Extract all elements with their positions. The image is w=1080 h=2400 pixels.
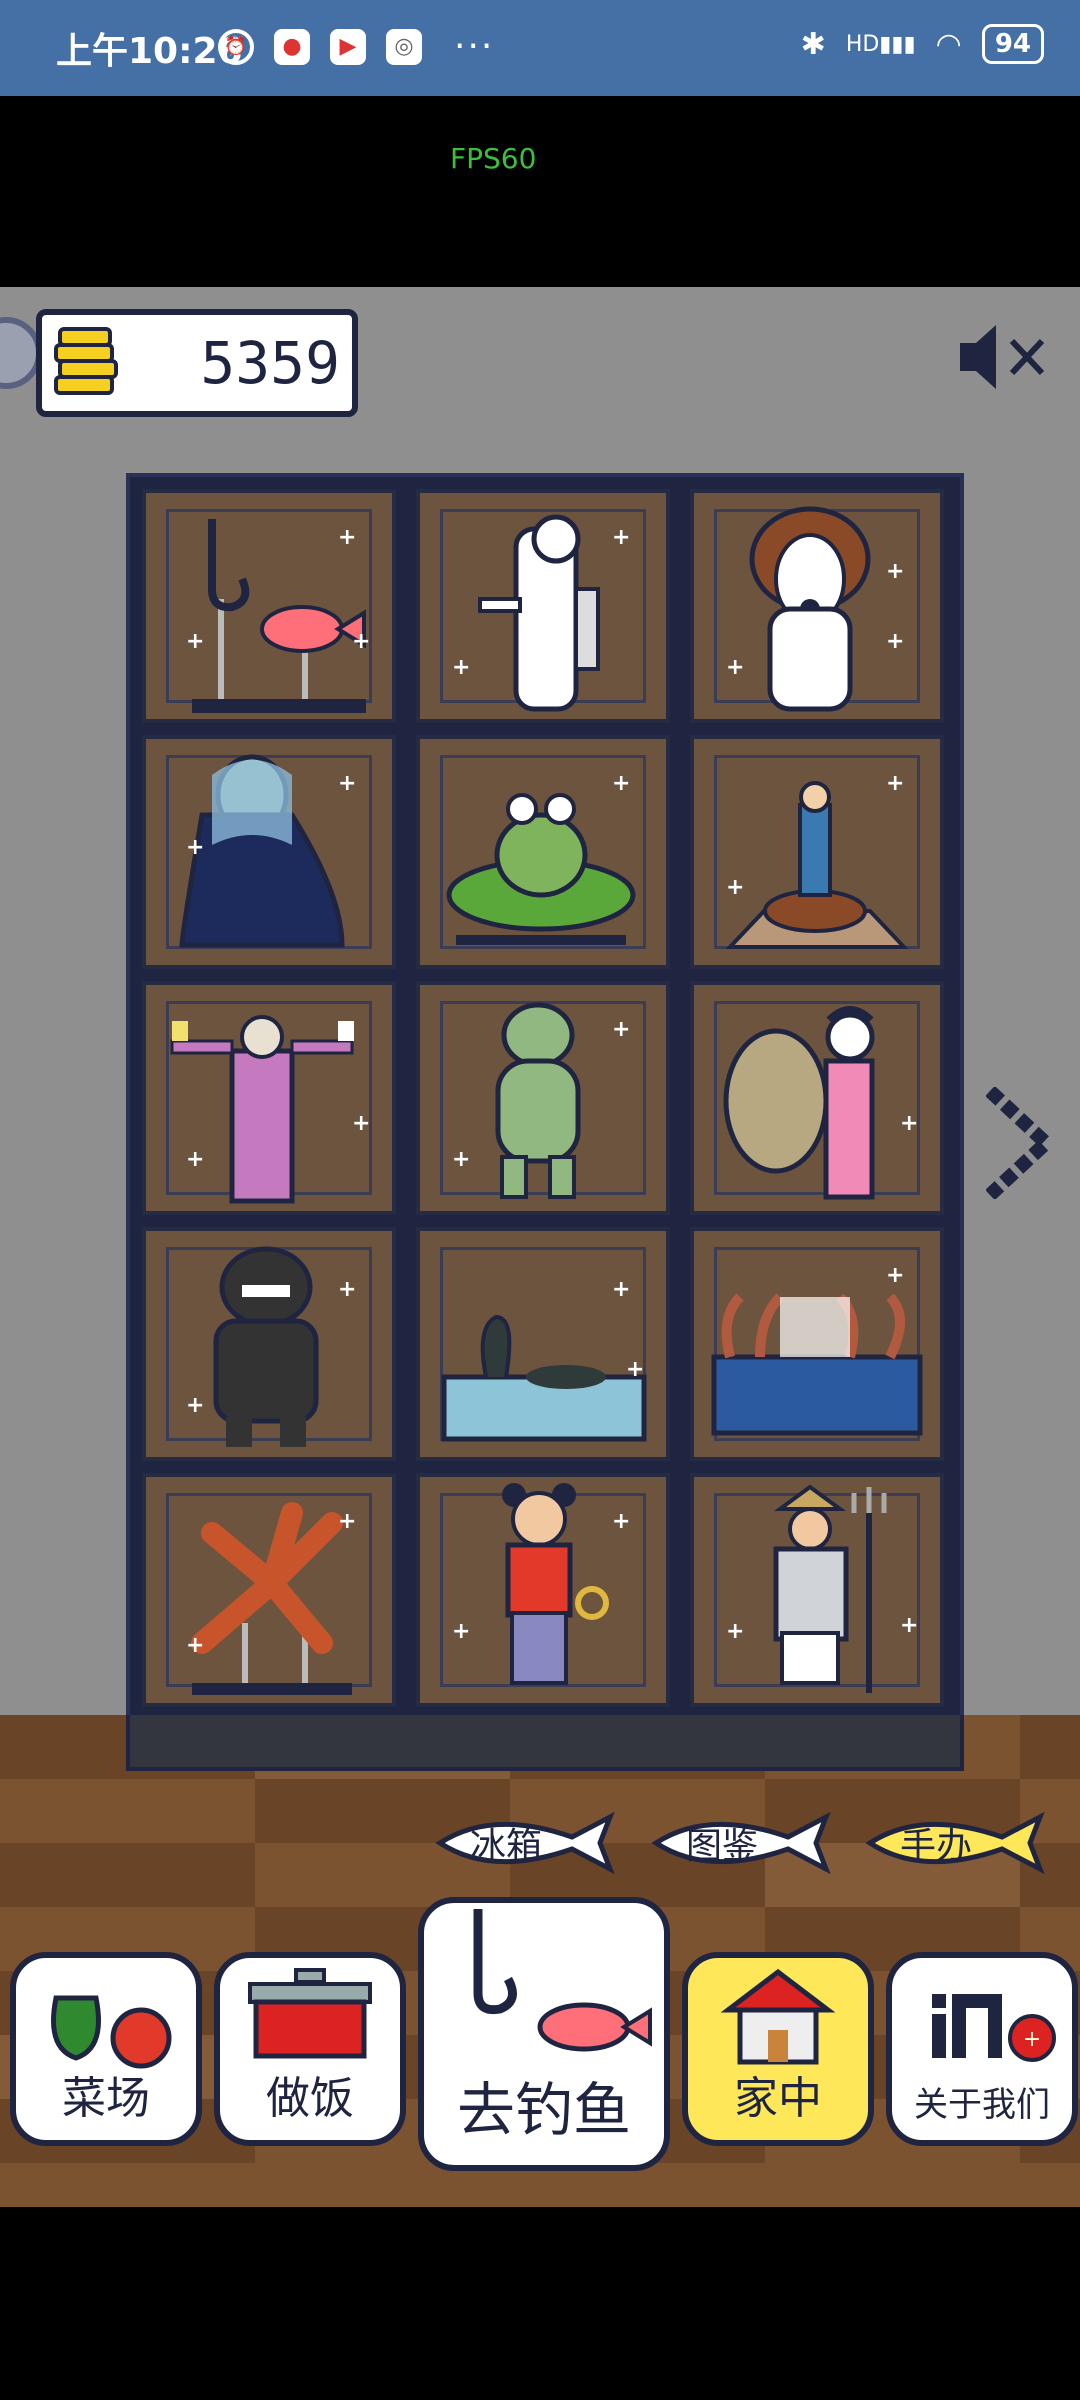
cabinet-slot-3[interactable]: + + + (690, 489, 944, 723)
sparkle-icon: + (612, 1509, 631, 1534)
about-us-label: 关于我们 (914, 2085, 1050, 2125)
sparkle-icon: + (726, 1619, 745, 1644)
status-time: 上午10:26 (56, 31, 243, 72)
sparkle-icon: + (186, 629, 205, 654)
fisherman-with-trident-figure (773, 1484, 887, 1693)
game-screen: 5359 + + + + + + + + + + + + + + + + + +… (0, 287, 1080, 2207)
sparkle-icon: + (452, 1619, 471, 1644)
go-fishing-button[interactable]: 去钓鱼 (418, 1897, 670, 2171)
sparkle-icon: + (886, 559, 905, 584)
status-system-icons: ✱ HD▮▮▮ ◠ 94 (801, 24, 1044, 64)
mute-sound-icon[interactable] (954, 317, 1050, 397)
coin-stack-icon (54, 327, 118, 395)
sparkle-icon: + (352, 629, 371, 654)
fish-on-hook-figure (192, 519, 366, 713)
sparkle-icon: + (886, 771, 905, 796)
sparkle-icon: + (726, 655, 745, 680)
svg-text:+: + (1023, 2027, 1041, 2052)
cook-label: 做饭 (266, 2073, 354, 2124)
sparkle-icon: + (186, 1633, 205, 1658)
home-label: 家中 (734, 2073, 822, 2124)
alarm-icon: ⏰ (218, 28, 254, 65)
camera-notification-icon: ◎ (386, 28, 422, 65)
ghost-woman-figure (179, 754, 345, 948)
green-frog-man-figure (495, 1002, 581, 1199)
status-notification-icons: ⏰ ● ▶ ◎ ··· (218, 26, 494, 67)
more-notifications-icon: ··· (454, 26, 495, 67)
cabinet-slot-1[interactable]: + + + (142, 489, 396, 723)
cabinet-slot-5[interactable]: + (416, 735, 670, 969)
cabinet-slot-13[interactable]: + + (142, 1473, 396, 1707)
coin-counter: 5359 (36, 309, 358, 417)
sparkle-icon: + (338, 525, 357, 550)
girl-with-buns-figure (502, 1483, 609, 1685)
sparkle-icon: + (338, 1277, 357, 1302)
cabinet-slot-7[interactable]: + + (142, 981, 396, 1215)
sparkle-icon: + (612, 1017, 631, 1042)
black-monster-figure (213, 1246, 319, 1447)
sparkle-icon: + (352, 1111, 371, 1136)
cabinet-slot-6[interactable]: + + (690, 735, 944, 969)
sparkle-icon: + (338, 771, 357, 796)
octopus-tentacles-in-tank-figure (711, 1293, 923, 1436)
cabinet-slot-9[interactable]: + (690, 981, 944, 1215)
bluetooth-icon: ✱ (800, 26, 826, 62)
tab-figures[interactable]: 手办 (862, 1807, 1050, 1879)
cabinet-slot-4[interactable]: + + (142, 735, 396, 969)
sparkle-icon: + (900, 1613, 919, 1638)
sparkle-icon: + (612, 525, 631, 550)
small-figure-on-stand (725, 781, 909, 949)
tab-fridge[interactable]: 冰箱 (432, 1807, 620, 1879)
battery-icon: 94 (981, 24, 1044, 64)
about-us-button[interactable]: + 关于我们 (886, 1952, 1078, 2146)
sparkle-icon: + (186, 1393, 205, 1418)
fps-counter: FPS60 (450, 142, 537, 175)
sparkle-icon: + (900, 1111, 919, 1136)
sparkle-icon: + (186, 835, 205, 860)
cabinet-slot-15[interactable]: + + (690, 1473, 944, 1707)
frog-on-lilypad-figure (446, 793, 636, 945)
red-starfish-figure (191, 1502, 352, 1695)
sea-serpent-in-water-figure (441, 1314, 647, 1442)
sparkle-icon: + (726, 875, 745, 900)
white-creature-figure (478, 514, 600, 712)
tab-fridge-label: 冰箱 (470, 1826, 543, 1867)
next-page-arrow-icon[interactable] (986, 1087, 1056, 1199)
signal-icon: HD▮▮▮ (845, 31, 916, 57)
sparkle-icon: + (186, 1147, 205, 1172)
cook-button[interactable]: 做饭 (214, 1952, 406, 2146)
old-man-purple-robe-figure (170, 1015, 354, 1204)
cabinet-slot-2[interactable]: + + (416, 489, 670, 723)
app-notification-icon: ● (274, 28, 310, 65)
cabinet-base (126, 1715, 964, 1771)
coin-amount: 5359 (200, 329, 340, 397)
sparkle-icon: + (626, 1357, 645, 1382)
cabinet-slot-12[interactable]: + (690, 1227, 944, 1461)
wifi-icon: ◠ (935, 26, 962, 62)
cabinet-slot-10[interactable]: + + (142, 1227, 396, 1461)
cabinet-slot-11[interactable]: + + (416, 1227, 670, 1461)
snail-shell-and-lady-figure (723, 1006, 875, 1200)
tab-encyclopedia[interactable]: 图鉴 (648, 1807, 836, 1879)
sparkle-icon: + (452, 1147, 471, 1172)
status-bar: 上午10:26 ⏰ ● ▶ ◎ ··· ✱ HD▮▮▮ ◠ 94 (0, 0, 1080, 96)
cabinet-slot-8[interactable]: + + (416, 981, 670, 1215)
sparkle-icon: + (612, 1277, 631, 1302)
display-cabinet: + + + + + + + + + + + + + + + + + + + + … (126, 473, 964, 1731)
cabinet-slot-14[interactable]: + + (416, 1473, 670, 1707)
sparkle-icon: + (886, 629, 905, 654)
sparkle-icon: + (452, 655, 471, 680)
beagle-dog-figure (749, 506, 871, 712)
sparkle-icon: + (886, 1263, 905, 1288)
market-label: 菜场 (62, 2073, 150, 2124)
tab-figures-label: 手办 (900, 1826, 973, 1867)
home-button[interactable]: 家中 (682, 1952, 874, 2146)
sparkle-icon: + (338, 1509, 357, 1534)
video-notification-icon: ▶ (330, 28, 366, 65)
sparkle-icon: + (612, 771, 631, 796)
go-fishing-label: 去钓鱼 (456, 2076, 631, 2144)
signal-hd-label: HD (845, 31, 880, 57)
market-button[interactable]: 菜场 (10, 1952, 202, 2146)
tab-encyclopedia-label: 图鉴 (686, 1826, 759, 1867)
